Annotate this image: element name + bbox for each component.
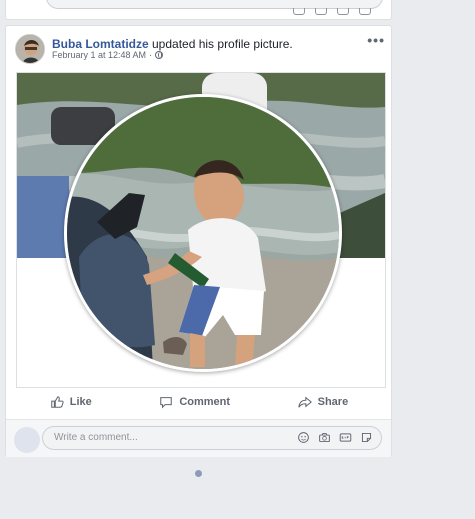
camera-icon[interactable] <box>318 431 331 444</box>
share-arrow-icon <box>297 396 312 408</box>
share-button[interactable]: Share <box>297 395 349 409</box>
emoji-icon[interactable] <box>293 8 305 15</box>
camera-icon[interactable] <box>315 8 327 15</box>
comment-label: Comment <box>179 396 231 408</box>
post-action-text: updated his profile picture. <box>148 37 293 51</box>
author-name-link[interactable]: Buba Lomtatidze <box>52 37 149 51</box>
profile-picture[interactable] <box>64 94 342 372</box>
globe-icon[interactable] <box>155 51 164 59</box>
comment-button[interactable]: Comment <box>159 395 230 409</box>
profile-photo-frame[interactable] <box>16 72 386 388</box>
comment-tools <box>297 431 373 444</box>
smiley-icon[interactable] <box>297 431 310 444</box>
post-meta: February 1 at 12:48 AM · <box>52 50 164 60</box>
comment-input[interactable]: Write a comment... <box>42 426 382 450</box>
meta-separator: · <box>149 50 153 60</box>
gif-icon[interactable] <box>337 8 349 15</box>
post-timestamp[interactable]: February 1 at 12:48 AM <box>52 50 146 60</box>
more-options-icon[interactable]: ••• <box>367 32 385 48</box>
post-actions-bar: Like Comment Share <box>16 389 382 415</box>
previous-post-card <box>5 0 392 20</box>
like-label: Like <box>69 396 92 408</box>
profile-picture-post: Buba Lomtatidze updated his profile pict… <box>5 25 392 457</box>
sticker-icon[interactable] <box>359 8 371 15</box>
share-label: Share <box>317 396 349 408</box>
comment-composer: Write a comment... <box>6 419 391 457</box>
previous-comment-icons <box>293 8 371 15</box>
feed-loading-indicator <box>195 470 202 477</box>
gif-icon[interactable] <box>339 431 352 444</box>
thumbs-up-icon <box>50 396 64 408</box>
like-button[interactable]: Like <box>50 395 92 409</box>
speech-bubble-icon <box>160 397 173 409</box>
commenter-avatar <box>14 427 40 453</box>
comment-placeholder: Write a comment... <box>54 432 138 443</box>
sticker-icon[interactable] <box>360 431 373 444</box>
author-avatar[interactable] <box>15 34 45 64</box>
